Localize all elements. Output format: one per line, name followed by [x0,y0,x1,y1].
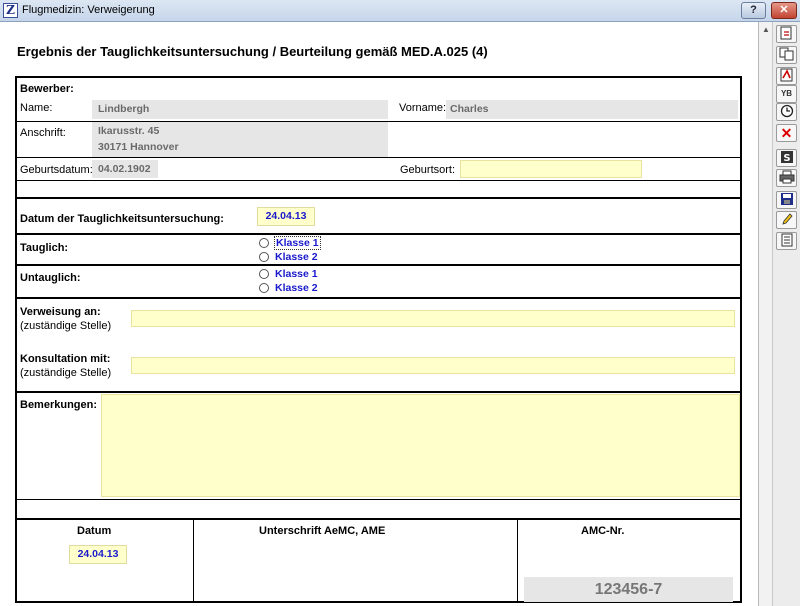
consultation-sublabel: (zuständige Stelle) [20,367,112,379]
fit-class2-radio[interactable]: Klasse 2 [259,250,318,263]
divider [17,197,740,199]
close-button[interactable]: ✕ [771,2,797,19]
radio-circle[interactable] [259,282,269,293]
unfit-label: Untauglich: [20,272,81,284]
divider [17,264,740,266]
unfit-class1-radio[interactable]: Klasse 1 [259,267,318,280]
fit-class1-radio[interactable]: Klasse 1 [259,235,321,250]
divider [17,499,740,500]
referral-field[interactable] [131,310,735,327]
unfit-class2-label[interactable]: Klasse 2 [275,282,318,294]
print-icon[interactable] [776,169,797,187]
edit-icon[interactable] [776,211,797,229]
divider [17,297,740,299]
form-area: Ergebnis der Tauglichkeitsuntersuchung /… [0,22,758,606]
fit-class2-label[interactable]: Klasse 2 [275,251,318,263]
page-title: Ergebnis der Tauglichkeitsuntersuchung /… [17,44,488,59]
app-icon: Z [3,3,18,18]
address-line2: 30171 Hannover [98,141,179,153]
amc-header: AMC-Nr. [581,525,625,537]
divider [17,233,740,235]
copy-icon[interactable] [776,46,797,64]
save-icon[interactable] [776,191,797,209]
svg-text:S: S [783,153,790,164]
birthplace-field[interactable] [460,160,642,178]
address-line1: Ikarusstr. 45 [98,125,160,137]
divider [17,518,740,520]
fit-label: Tauglich: [20,242,69,254]
notes-icon[interactable] [776,232,797,250]
birthdate-label: Geburtsdatum: [20,164,93,176]
birthdate-field[interactable]: 04.02.1902 [92,160,158,178]
help-button[interactable]: ? [741,2,766,19]
referral-label: Verweisung an: [20,306,101,318]
birthplace-label: Geburtsort: [400,164,456,176]
exam-date-field[interactable]: 24.04.13 [257,207,315,226]
text-transform-icon[interactable]: YB [776,85,797,103]
signature-header: Unterschrift AeMC, AME [259,525,386,537]
clock-icon[interactable] [776,103,797,121]
radio-circle[interactable] [259,268,269,279]
radio-circle[interactable] [259,237,269,248]
radio-circle[interactable] [259,251,269,262]
name-field[interactable]: Lindbergh [92,100,388,119]
footer-date-field[interactable]: 24.04.13 [69,545,127,564]
footer-date-header: Datum [77,525,112,537]
remarks-field[interactable] [101,394,740,497]
divider [17,157,740,158]
remarks-label: Bemerkungen: [20,399,98,411]
divider [517,519,518,603]
exam-date-label: Datum der Tauglichkeitsuntersuchung: [20,213,224,225]
delete-icon[interactable]: ✕ [776,124,797,142]
fit-class1-label[interactable]: Klasse 1 [274,235,321,250]
firstname-field[interactable]: Charles [446,100,738,119]
name-label: Name: [20,102,53,114]
divider [193,519,194,603]
side-toolbar: ▲ YB ✕ S [758,22,800,606]
firstname-label: Vorname: [399,102,447,114]
vertical-scrollbar[interactable]: ▲ [759,22,773,606]
divider [17,391,740,393]
s-icon[interactable]: S [776,149,797,167]
applicant-section-label: Bewerber: [20,83,74,95]
address-label: Anschrift: [20,127,66,139]
referral-sublabel: (zuständige Stelle) [20,320,112,332]
scroll-up-icon[interactable]: ▲ [760,24,772,36]
consultation-field[interactable] [131,357,735,374]
address-field[interactable]: Ikarusstr. 45 30171 Hannover [92,122,388,157]
unfit-class2-radio[interactable]: Klasse 2 [259,281,318,294]
form-frame: Bewerber: Name: Lindbergh Vorname: Charl… [15,76,742,603]
title-bar: Z Flugmedizin: Verweigerung ? ✕ [0,0,800,22]
unfit-class1-label[interactable]: Klasse 1 [275,268,318,280]
new-document-icon[interactable] [776,25,797,43]
amc-number-field[interactable]: 123456-7 [524,577,733,602]
pdf-icon[interactable] [776,67,797,85]
window-title: Flugmedizin: Verweigerung [22,4,155,16]
divider [17,180,740,181]
consultation-label: Konsultation mit: [20,353,111,365]
